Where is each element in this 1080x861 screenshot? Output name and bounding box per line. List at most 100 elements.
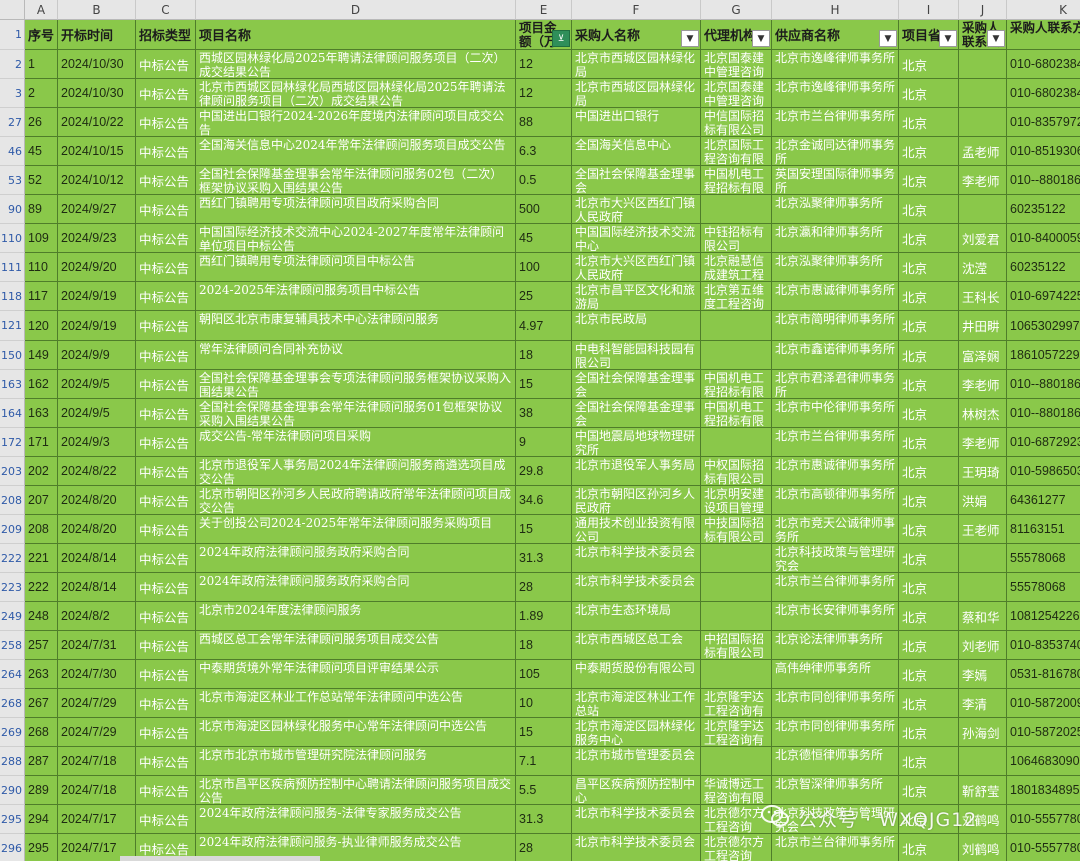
cell-type[interactable]: 中标公告 — [136, 282, 196, 311]
cell-name[interactable]: 北京市海淀区园林绿化服务中心常年法律顾问中选公告 — [196, 718, 516, 747]
cell-supplier[interactable]: 北京市中伦律师事务所 — [772, 399, 899, 428]
cell-name[interactable]: 西红门镇聘用专项法律顾问项目中标公告 — [196, 253, 516, 282]
cell-amount[interactable]: 18 — [516, 631, 572, 660]
cell-contact[interactable] — [959, 573, 1007, 602]
cell-phone[interactable]: 010-5986503 — [1007, 457, 1080, 486]
cell-amount[interactable]: 25 — [516, 282, 572, 311]
cell-supplier[interactable]: 北京市鑫诺律师事务所 — [772, 341, 899, 370]
row-number[interactable]: 164 — [0, 399, 25, 428]
column-header-i[interactable]: I — [899, 0, 959, 20]
cell-seq[interactable]: 117 — [25, 282, 58, 311]
cell-date[interactable]: 2024/9/20 — [58, 253, 136, 282]
cell-contact[interactable]: 蔡和华 — [959, 602, 1007, 631]
cell-amount[interactable]: 500 — [516, 195, 572, 224]
cell-name[interactable]: 北京市2024年度法律顾问服务 — [196, 602, 516, 631]
cell-supplier[interactable]: 北京金诚同达律师事务所 — [772, 137, 899, 166]
cell-amount[interactable]: 1.89 — [516, 602, 572, 631]
cell-purchaser[interactable]: 北京市城市管理委员会 — [572, 747, 701, 776]
cell-contact[interactable]: 刘老师 — [959, 631, 1007, 660]
cell-phone[interactable]: 64361277 — [1007, 486, 1080, 515]
cell-phone[interactable]: 1064683090 — [1007, 747, 1080, 776]
cell-prov[interactable]: 北京 — [899, 282, 959, 311]
cell-date[interactable]: 2024/9/3 — [58, 428, 136, 457]
cell-purchaser[interactable]: 中国国际经济技术交流中心 — [572, 224, 701, 253]
cell-phone[interactable]: 60235122 — [1007, 195, 1080, 224]
cell-amount[interactable]: 6.3 — [516, 137, 572, 166]
cell-seq[interactable]: 52 — [25, 166, 58, 195]
cell-purchaser[interactable]: 北京市民政局 — [572, 311, 701, 341]
cell-type[interactable]: 中标公告 — [136, 253, 196, 282]
column-header-d[interactable]: D — [196, 0, 516, 20]
cell-name[interactable]: 全国社会保障基金理事会常年法律顾问服务01包框架协议采购入围结果公告 — [196, 399, 516, 428]
cell-type[interactable]: 中标公告 — [136, 573, 196, 602]
header-seq[interactable]: 序号 — [25, 20, 58, 50]
cell-supplier[interactable]: 北京市竞天公诚律师事务所 — [772, 515, 899, 544]
cell-date[interactable]: 2024/8/22 — [58, 457, 136, 486]
column-header-e[interactable]: E — [516, 0, 572, 20]
cell-date[interactable]: 2024/9/19 — [58, 282, 136, 311]
cell-name[interactable]: 中国国际经济技术交流中心2024-2027年度常年法律顾问单位项目中标公告 — [196, 224, 516, 253]
cell-type[interactable]: 中标公告 — [136, 311, 196, 341]
cell-supplier[interactable]: 北京市兰台律师事务所 — [772, 108, 899, 137]
cell-agency[interactable] — [701, 341, 772, 370]
header-open-time[interactable]: 开标时间 — [58, 20, 136, 50]
cell-amount[interactable]: 28 — [516, 834, 572, 861]
row-number[interactable]: 268 — [0, 689, 25, 718]
cell-purchaser[interactable]: 北京市西城区园林绿化局 — [572, 79, 701, 108]
filter-dropdown-icon[interactable]: ▼ — [681, 30, 699, 47]
cell-purchaser[interactable]: 北京市昌平区文化和旅游局 — [572, 282, 701, 311]
cell-agency[interactable] — [701, 311, 772, 341]
cell-type[interactable]: 中标公告 — [136, 747, 196, 776]
cell-amount[interactable]: 0.5 — [516, 166, 572, 195]
cell-agency[interactable] — [701, 195, 772, 224]
cell-amount[interactable]: 10 — [516, 689, 572, 718]
cell-date[interactable]: 2024/9/27 — [58, 195, 136, 224]
cell-prov[interactable]: 北京 — [899, 573, 959, 602]
cell-agency[interactable]: 中招国际招标有限公司 — [701, 631, 772, 660]
cell-name[interactable]: 中泰期货境外常年法律顾问项目评审结果公示 — [196, 660, 516, 689]
row-number[interactable]: 121 — [0, 311, 25, 341]
cell-name[interactable]: 北京市西城区园林绿化局西城区园林绿化局2025年聘请法律顾问服务项目（二次）成交… — [196, 79, 516, 108]
header-province[interactable]: 项目省 ▼ — [899, 20, 959, 50]
cell-amount[interactable]: 12 — [516, 50, 572, 79]
cell-agency[interactable]: 中权国际招标有限公司 — [701, 457, 772, 486]
cell-amount[interactable]: 38 — [516, 399, 572, 428]
cell-amount[interactable]: 18 — [516, 341, 572, 370]
cell-seq[interactable]: 295 — [25, 834, 58, 861]
cell-prov[interactable]: 北京 — [899, 776, 959, 805]
cell-type[interactable]: 中标公告 — [136, 428, 196, 457]
cell-seq[interactable]: 294 — [25, 805, 58, 834]
cell-purchaser[interactable]: 北京市海淀区园林绿化服务中心 — [572, 718, 701, 747]
cell-seq[interactable]: 89 — [25, 195, 58, 224]
cell-prov[interactable]: 北京 — [899, 457, 959, 486]
cell-contact[interactable]: 王科长 — [959, 282, 1007, 311]
column-header-a[interactable]: A — [25, 0, 58, 20]
cell-prov[interactable]: 北京 — [899, 428, 959, 457]
cell-name[interactable]: 2024年政府法律顾问服务政府采购合同 — [196, 573, 516, 602]
cell-seq[interactable]: 45 — [25, 137, 58, 166]
cell-date[interactable]: 2024/9/5 — [58, 399, 136, 428]
row-number[interactable]: 208 — [0, 486, 25, 515]
cell-supplier[interactable]: 北京市惠诚律师事务所 — [772, 282, 899, 311]
cell-agency[interactable]: 北京隆宇达工程咨询有 — [701, 689, 772, 718]
cell-seq[interactable]: 163 — [25, 399, 58, 428]
cell-prov[interactable]: 北京 — [899, 515, 959, 544]
cell-purchaser[interactable]: 北京市海淀区林业工作总站 — [572, 689, 701, 718]
cell-phone[interactable]: 010-8353740 — [1007, 631, 1080, 660]
select-all-corner[interactable] — [0, 0, 25, 20]
cell-seq[interactable]: 257 — [25, 631, 58, 660]
cell-type[interactable]: 中标公告 — [136, 689, 196, 718]
cell-supplier[interactable]: 北京市长安律师事务所 — [772, 602, 899, 631]
cell-amount[interactable]: 28 — [516, 573, 572, 602]
cell-name[interactable]: 2024年政府法律顾问服务政府采购合同 — [196, 544, 516, 573]
cell-seq[interactable]: 208 — [25, 515, 58, 544]
cell-supplier[interactable]: 北京市同创律师事务所 — [772, 718, 899, 747]
cell-type[interactable]: 中标公告 — [136, 108, 196, 137]
column-header-b[interactable]: B — [58, 0, 136, 20]
cell-phone[interactable]: 1801834895 — [1007, 776, 1080, 805]
cell-name[interactable]: 全国社会保障基金理事会专项法律顾问服务框架协议采购入围结果公告 — [196, 370, 516, 399]
cell-prov[interactable]: 北京 — [899, 311, 959, 341]
cell-agency[interactable] — [701, 544, 772, 573]
cell-prov[interactable]: 北京 — [899, 79, 959, 108]
cell-purchaser[interactable]: 中国进出口银行 — [572, 108, 701, 137]
